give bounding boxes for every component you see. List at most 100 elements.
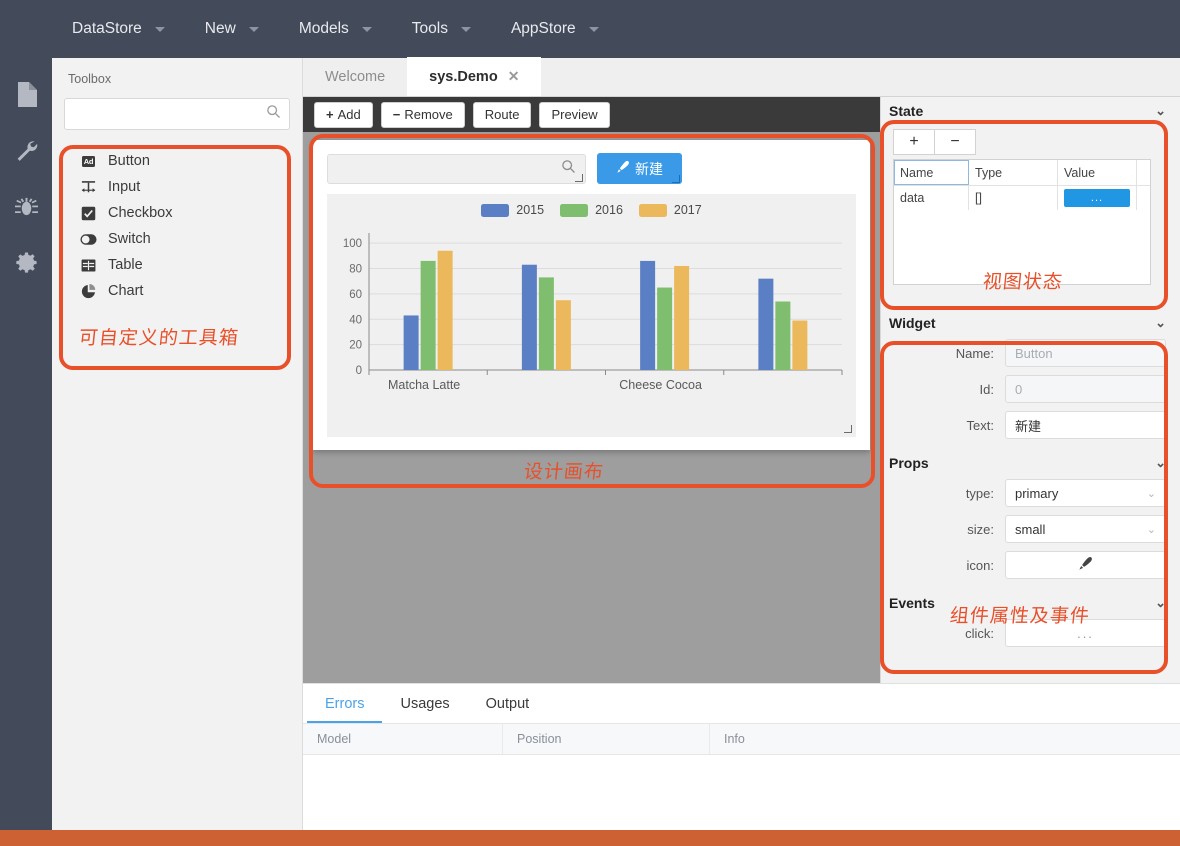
props-body: type: primary ⌄ size: small ⌄ icon:	[881, 475, 1180, 583]
props-size-select[interactable]: small ⌄	[1005, 515, 1166, 543]
state-section-header[interactable]: State ⌄	[881, 97, 1180, 123]
legend-swatch	[638, 203, 667, 217]
gear-icon[interactable]	[9, 244, 43, 280]
design-canvas[interactable]: 新建 2015 2016 2017 0 20 40 60 80 100 Matc…	[303, 132, 880, 683]
chevron-down-icon[interactable]: ⌄	[1155, 315, 1166, 331]
remove-button[interactable]: − Remove	[380, 101, 465, 128]
widget-body: Name: Button Id: 0 Text: 新建	[881, 335, 1180, 443]
tab-label: Welcome	[325, 68, 386, 85]
field-label: icon:	[966, 557, 994, 573]
legend-entry-2015[interactable]: 2015	[481, 203, 544, 217]
plus-icon: +	[326, 107, 334, 122]
tab-sys-demo[interactable]: sys.Demo ✕	[407, 57, 542, 96]
add-button[interactable]: + Add	[314, 101, 373, 128]
resize-handle[interactable]	[672, 175, 680, 183]
toolbox-item-label: Checkbox	[108, 205, 173, 221]
chevron-down-icon	[248, 26, 259, 32]
tab-label: Output	[485, 695, 530, 712]
chevron-down-icon[interactable]: ⌄	[1155, 595, 1166, 611]
app-window: DataStore New Models Tools AppStore Tool…	[0, 0, 1180, 846]
legend-entry-2017[interactable]: 2017	[638, 203, 702, 217]
chevron-down-icon	[154, 26, 165, 32]
toolbox-item-table[interactable]: Table	[80, 252, 302, 278]
legend-label: 2016	[595, 203, 623, 217]
toolbox-item-checkbox[interactable]: Checkbox	[80, 200, 302, 226]
checkbox-icon	[80, 205, 97, 222]
table-row[interactable]: data [] ...	[894, 185, 1150, 210]
chart-widget[interactable]: 2015 2016 2017 0 20 40 60 80 100 Matcha Latte C…	[327, 194, 856, 437]
legend-label: 2017	[673, 203, 702, 217]
canvas-search-input[interactable]	[337, 161, 561, 176]
tab-errors[interactable]: Errors	[307, 684, 382, 723]
props-icon-picker[interactable]	[1005, 551, 1166, 579]
widget-field-text: Text: 新建	[881, 407, 1180, 443]
widget-section-header[interactable]: Widget ⌄	[881, 309, 1180, 335]
widget-id-input[interactable]: 0	[1005, 375, 1166, 403]
menu-item-new[interactable]: New	[185, 0, 279, 58]
toolbox-item-input[interactable]: Input	[80, 174, 302, 200]
wrench-icon[interactable]	[9, 132, 43, 168]
toolbox-item-label: Button	[108, 153, 150, 169]
field-label: Text:	[966, 417, 994, 433]
menu-item-tools[interactable]: Tools	[392, 0, 491, 58]
menu-item-label: AppStore	[510, 20, 576, 37]
toolbox-item-label: Switch	[108, 231, 151, 247]
toolbox-item-switch[interactable]: Switch	[80, 226, 302, 252]
menu-item-label: New	[204, 20, 236, 37]
field-label: Id:	[979, 381, 994, 397]
search-icon	[561, 159, 576, 179]
state-col-type[interactable]: Type	[969, 160, 1058, 185]
state-cell-value[interactable]: ...	[1058, 186, 1137, 210]
state-cell-type[interactable]: []	[969, 186, 1058, 210]
toolbox-search[interactable]	[64, 98, 290, 130]
chevron-down-icon[interactable]: ⌄	[1155, 455, 1166, 471]
tab-welcome[interactable]: Welcome	[303, 57, 407, 96]
tab-output[interactable]: Output	[468, 684, 548, 723]
resize-handle[interactable]	[575, 173, 583, 182]
field-label: Name:	[955, 345, 994, 361]
state-add-button[interactable]: +	[893, 129, 935, 155]
menu-item-datastore[interactable]: DataStore	[52, 0, 185, 58]
toolbox-item-chart[interactable]: Chart	[80, 278, 302, 304]
new-button-widget[interactable]: 新建	[597, 153, 682, 184]
menu-item-appstore[interactable]: AppStore	[491, 0, 619, 58]
toolbox-annotation: 可自定义的工具箱	[77, 327, 241, 349]
file-icon[interactable]	[9, 76, 43, 112]
chevron-down-icon	[361, 26, 372, 32]
minus-icon: −	[392, 107, 401, 122]
legend-swatch	[560, 203, 589, 217]
state-col-spacer	[1137, 160, 1150, 185]
state-col-name[interactable]: Name	[894, 160, 969, 185]
search-icon	[266, 104, 281, 124]
close-icon[interactable]: ✕	[508, 68, 520, 85]
state-buttons: + −	[893, 129, 1170, 155]
widget-name-input[interactable]: Button	[1005, 339, 1166, 367]
state-col-value[interactable]: Value	[1058, 160, 1137, 185]
route-button[interactable]: Route	[472, 101, 532, 128]
menu-item-models[interactable]: Models	[279, 0, 392, 58]
props-type-select[interactable]: primary ⌄	[1005, 479, 1166, 507]
legend-entry-2016[interactable]: 2016	[560, 203, 623, 217]
chevron-down-icon[interactable]: ⌄	[1155, 103, 1166, 119]
props-section-header[interactable]: Props ⌄	[881, 449, 1180, 475]
props-type-value: primary	[1015, 485, 1059, 501]
resize-handle[interactable]	[844, 425, 852, 433]
legend-swatch	[481, 203, 510, 217]
events-title: Events	[889, 595, 935, 611]
tab-label: Errors	[325, 695, 365, 712]
svg-text:60: 60	[349, 289, 362, 301]
toolbox-search-input[interactable]	[73, 106, 266, 122]
state-remove-button[interactable]: −	[934, 129, 976, 155]
toolbox-item-button[interactable]: Ad Button	[80, 148, 302, 174]
svg-text:40: 40	[349, 314, 362, 326]
bug-icon[interactable]	[9, 188, 43, 224]
preview-button[interactable]: Preview	[539, 101, 610, 128]
bar-chart-svg: 0 20 40 60 80 100 Matcha Latte Cheese Cocoa	[343, 233, 843, 392]
editor-tabstrip: Welcome sys.Demo ✕	[303, 57, 1180, 97]
tab-usages[interactable]: Usages	[382, 684, 467, 723]
canvas-search-widget[interactable]	[327, 153, 586, 184]
tab-label: Usages	[400, 695, 450, 712]
widget-text-input[interactable]: 新建	[1005, 411, 1166, 439]
state-value-edit-button[interactable]: ...	[1064, 189, 1130, 207]
state-cell-name[interactable]: data	[894, 186, 969, 210]
